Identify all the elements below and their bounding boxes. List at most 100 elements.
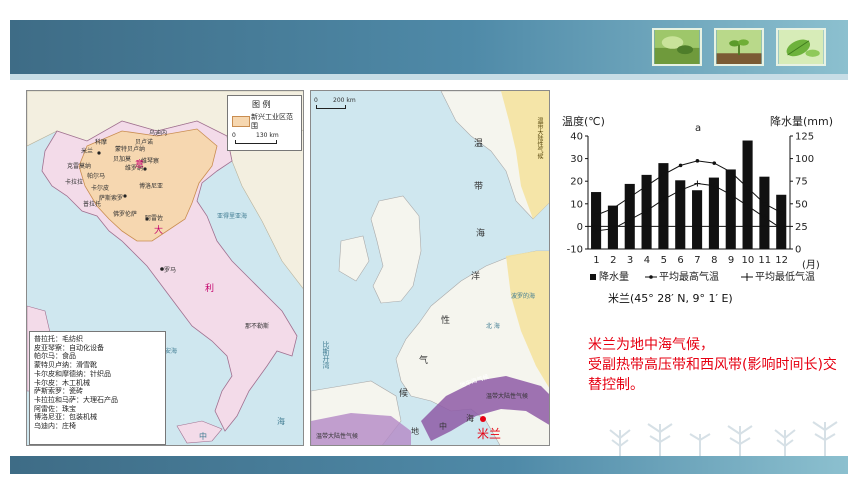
- legend-item-label: 新兴工业区范围: [251, 113, 293, 130]
- label-north-sea: 北 海: [486, 323, 500, 330]
- label-eu-med-hai: 海: [466, 414, 474, 423]
- label-dai: 带: [474, 182, 484, 192]
- precip-bar: [591, 192, 602, 249]
- legend-scale-value: 130 km: [256, 132, 279, 139]
- industry-item: 帕尔马：食品: [34, 352, 76, 361]
- label-wen: 温: [474, 139, 484, 149]
- label-hou: 候: [399, 389, 409, 399]
- x-tick-label: 10: [742, 255, 755, 266]
- precip-bar: [776, 194, 787, 249]
- high-temp-point: [678, 163, 683, 168]
- label-carrara: 卡拉拉: [65, 179, 84, 186]
- precip-bar: [725, 169, 736, 249]
- industry-item: 博洛尼亚：包装机械: [34, 413, 97, 422]
- legend-title: 图 例: [252, 100, 271, 109]
- leaf-photo-1: [652, 28, 702, 66]
- label-bergamo: 贝加莫: [113, 156, 132, 163]
- x-tick-label: 7: [694, 255, 700, 266]
- label-yang: 洋: [471, 272, 481, 282]
- label-italy-da: 大: [154, 226, 164, 236]
- label-sassuolo: 萨斯索罗: [99, 195, 124, 202]
- x-tick-label: 11: [758, 255, 771, 266]
- climate-chart: 温度(℃) 降水量(mm) a 40 30 20 10 0 -10 125 100 75 50 25…: [560, 110, 850, 310]
- chart-caption: 米兰(45° 28′ N, 9° 1′ E): [608, 292, 733, 305]
- label-eu-milan: 米兰: [477, 427, 502, 441]
- right-tick-label: 50: [795, 199, 808, 210]
- high-temp-point: [762, 202, 767, 206]
- x-tick-label: 4: [644, 255, 650, 266]
- precip-bar: [742, 140, 753, 249]
- chart-ylabel-right: 降水量(mm): [770, 114, 833, 128]
- high-temp-point: [712, 161, 717, 165]
- high-temp-line: [596, 160, 782, 216]
- legend-swatch: [232, 116, 250, 127]
- label-med-zhong: 中: [199, 432, 207, 441]
- x-tick-label: 1: [593, 255, 599, 266]
- x-tick-label: 6: [677, 255, 683, 266]
- plant-silhouettes: [609, 421, 838, 456]
- industry-item: 卡尔皮和摩德纳：针织品: [34, 369, 111, 378]
- label-bay-biscay: 比斯开湾: [322, 341, 330, 369]
- right-tick-label: 0: [795, 245, 801, 256]
- label-udine: 乌迪内: [149, 130, 168, 137]
- high-temp-point: [695, 159, 700, 163]
- label-milan: 米兰: [81, 148, 94, 155]
- left-tick-label: 20: [570, 177, 583, 188]
- label-xing: 性: [441, 316, 451, 326]
- sprout-photo: [714, 28, 764, 66]
- right-tick-label: 25: [795, 222, 808, 233]
- note-line-1: 米兰为地中海气候，: [588, 337, 714, 353]
- high-temp-point: [594, 213, 599, 217]
- industry-item: 卡拉拉和马萨：大理石产品: [34, 395, 118, 404]
- chart-title: a: [695, 123, 701, 134]
- footer-bar: [10, 456, 848, 474]
- low-temp-point: [694, 180, 701, 187]
- label-arezzo: 阿雷佐: [145, 215, 164, 222]
- industry-item: 蒙特贝卢纳：滑雪靴: [34, 361, 97, 370]
- precip-bar: [692, 190, 703, 249]
- industry-item: 萨斯索罗：瓷砖: [34, 387, 83, 396]
- label-florence: 佛罗伦萨: [113, 211, 138, 218]
- left-tick-label: 30: [570, 154, 583, 165]
- high-temp-point: [729, 170, 733, 174]
- x-tick-label: 12: [775, 255, 788, 266]
- header-strip: [10, 74, 848, 80]
- label-baltic: 波罗的海: [511, 293, 536, 300]
- europe-scale-bar: [316, 105, 346, 109]
- right-tick-label: 100: [795, 154, 814, 165]
- chart-xlabel: (月): [802, 259, 820, 271]
- legend-label-high: 平均最高气温: [659, 270, 719, 283]
- high-temp-point: [746, 186, 750, 190]
- label-med-hai: 海: [277, 417, 285, 426]
- left-tick-label: 40: [570, 132, 583, 143]
- label-cremona: 克雷莫纳: [67, 163, 92, 170]
- right-tick-label: 75: [795, 177, 808, 188]
- note-line-2: 受副热带高压带和西风带(影响时间长)交替控制。: [588, 357, 837, 393]
- climate-note: 米兰为地中海气候， 受副热带高压带和西风带(影响时间长)交替控制。: [588, 335, 848, 395]
- x-tick-label: 8: [711, 255, 717, 266]
- legend-label-precip: 降水量: [599, 270, 629, 283]
- x-tick-label: 5: [661, 255, 667, 266]
- label-qi: 气: [419, 356, 429, 366]
- label-bologna: 博洛尼亚: [139, 183, 164, 190]
- legend-scale-bar: [235, 140, 277, 144]
- label-temperate-continental-right: 温带大陆性气候: [486, 393, 529, 400]
- label-como: 科摩: [95, 139, 108, 146]
- label-temperate-continental-left: 温带大陆性气候: [316, 433, 359, 440]
- legend-label-low: 平均最低气温: [755, 270, 815, 283]
- legend-scale-zero: 0: [232, 132, 236, 139]
- label-rome: 罗马: [164, 267, 177, 274]
- label-parma: 帕尔马: [87, 173, 106, 180]
- right-tick-label: 125: [795, 132, 814, 143]
- high-temp-point: [628, 195, 632, 199]
- label-hai: 海: [476, 229, 486, 239]
- chart-ylabel-left: 温度(℃): [562, 114, 605, 128]
- industry-list: 普拉托：毛纺织 皮亚琴察：自动化设备 帕尔马：食品 蒙特贝卢纳：滑雪靴 卡尔皮和…: [29, 331, 166, 445]
- legend-dot-high: [649, 275, 653, 279]
- x-tick-label: 3: [627, 255, 633, 266]
- x-tick-label: 9: [728, 255, 734, 266]
- label-adriatic: 亚得里亚海: [217, 213, 248, 220]
- high-temp-point: [779, 211, 784, 215]
- high-temp-point: [645, 183, 649, 188]
- europe-scale-value: 200 km: [333, 97, 356, 104]
